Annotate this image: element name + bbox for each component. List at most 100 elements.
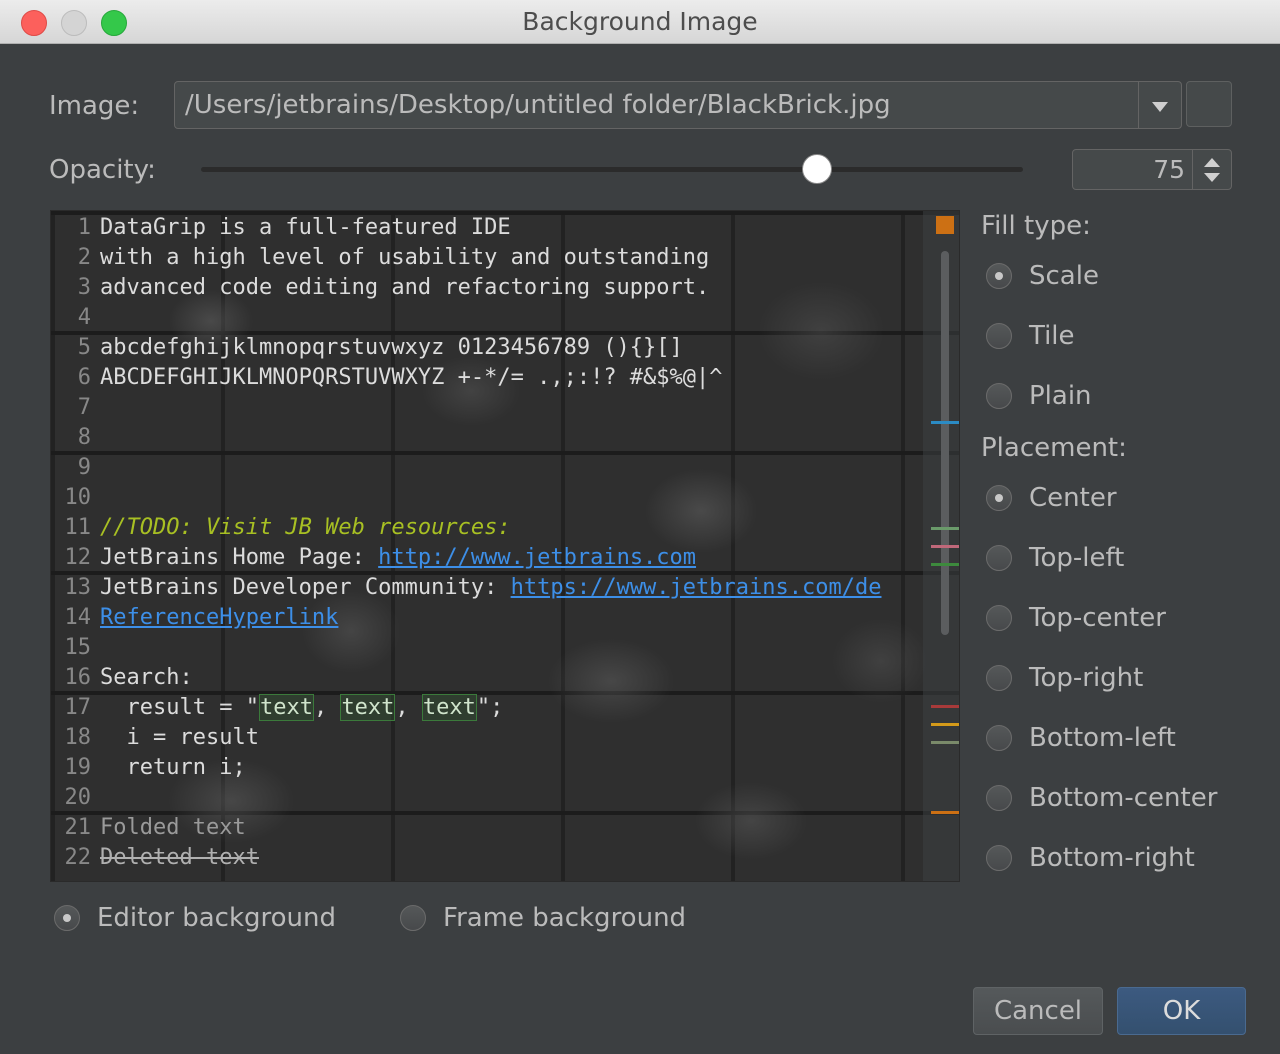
radio-top-right-label[interactable]: Top-right (1029, 663, 1143, 693)
decrement-icon[interactable] (1204, 173, 1220, 182)
hyperlink[interactable]: https://www.jetbrains.com/de (511, 575, 882, 600)
radio-bottom-right[interactable] (986, 845, 1012, 871)
radio-bottom-center-label[interactable]: Bottom-center (1029, 783, 1217, 813)
code-line: 11 //TODO: Visit JB Web resources: (51, 513, 511, 543)
code-line: 13 JetBrains Developer Community: https:/… (51, 573, 882, 603)
inspection-status-icon[interactable] (936, 216, 954, 234)
code-line: 14 ReferenceHyperlink (51, 603, 339, 633)
error-stripe-marker[interactable] (931, 705, 959, 708)
image-path-combobox[interactable]: /Users/jetbrains/Desktop/untitled folder… (174, 81, 1182, 129)
radio-center-label[interactable]: Center (1029, 483, 1117, 513)
radio-bottom-right-label[interactable]: Bottom-right (1029, 843, 1195, 873)
combo-divider (1138, 82, 1139, 128)
line-number: 11 (64, 515, 92, 540)
code-line: 17 result = "text, text, text"; (51, 693, 503, 723)
code-line: 4 (51, 303, 100, 333)
code-text: "; (476, 695, 504, 720)
radio-editor-background[interactable] (54, 905, 80, 931)
radio-top-center-label[interactable]: Top-center (1029, 603, 1166, 633)
code-line: 19 return i; (51, 753, 246, 783)
opacity-value: 75 (1153, 155, 1185, 184)
code-line: 5 abcdefghijklmnopqrstuvwxyz 0123456789 (… (51, 333, 683, 363)
code-text: JetBrains Home Page: (100, 545, 379, 570)
line-number: 16 (64, 665, 92, 690)
radio-center[interactable] (986, 485, 1012, 511)
radio-plain-label[interactable]: Plain (1029, 381, 1092, 411)
line-number: 2 (77, 245, 91, 270)
image-path-value: /Users/jetbrains/Desktop/untitled folder… (185, 90, 891, 120)
error-stripe-marker[interactable] (931, 741, 959, 744)
code-line: 7 (51, 393, 100, 423)
code-text: with a high level of usability and outst… (100, 245, 710, 270)
radio-scale[interactable] (986, 263, 1012, 289)
line-number: 1 (77, 215, 91, 240)
code-text: result = " (100, 695, 259, 720)
line-number: 6 (77, 365, 91, 390)
code-line: 8 (51, 423, 100, 453)
opacity-spinner[interactable]: 75 (1072, 149, 1232, 190)
hyperlink[interactable]: http://www.jetbrains.com (378, 545, 696, 570)
radio-top-right[interactable] (986, 665, 1012, 691)
vertical-scrollbar-thumb[interactable] (941, 251, 949, 635)
error-stripe-marker[interactable] (931, 421, 959, 424)
radio-plain[interactable] (986, 383, 1012, 409)
radio-frame-background-label[interactable]: Frame background (443, 903, 686, 933)
opacity-label: Opacity: (49, 155, 156, 185)
window-title: Background Image (522, 7, 758, 36)
code-line: 15 (51, 633, 100, 663)
code-text: , (313, 695, 341, 720)
code-line: 21 Folded text (51, 813, 246, 843)
error-stripe-marker[interactable] (931, 723, 959, 726)
radio-bottom-left[interactable] (986, 725, 1012, 751)
opacity-slider-track[interactable] (201, 167, 1023, 172)
spinner-divider (1192, 150, 1193, 189)
code-line: 18 i = result (51, 723, 259, 753)
radio-scale-label[interactable]: Scale (1029, 261, 1099, 291)
ok-button[interactable]: OK (1117, 987, 1246, 1035)
line-number: 9 (77, 455, 91, 480)
radio-top-left-label[interactable]: Top-left (1029, 543, 1124, 573)
line-number: 7 (77, 395, 91, 420)
radio-tile-label[interactable]: Tile (1029, 321, 1075, 351)
radio-bottom-center[interactable] (986, 785, 1012, 811)
radio-bottom-left-label[interactable]: Bottom-left (1029, 723, 1176, 753)
line-number: 15 (64, 635, 92, 660)
error-stripe-marker[interactable] (931, 527, 959, 530)
increment-icon[interactable] (1204, 158, 1220, 167)
browse-button[interactable] (1186, 81, 1232, 127)
fill-type-title: Fill type: (981, 211, 1091, 241)
code-line: 22 Deleted text (51, 843, 259, 873)
code-line: 1 DataGrip is a full-featured IDE (51, 213, 511, 243)
code-line: 9 (51, 453, 100, 483)
line-number: 8 (77, 425, 91, 450)
code-line: 12 JetBrains Home Page: http://www.jetbra… (51, 543, 697, 573)
search-highlight: text (421, 694, 477, 721)
line-number: 13 (64, 575, 92, 600)
line-number: 14 (64, 605, 92, 630)
line-number: 4 (77, 305, 91, 330)
cancel-button[interactable]: Cancel (973, 987, 1103, 1035)
line-number: 12 (64, 545, 92, 570)
deleted-text: Deleted text (100, 845, 259, 870)
hyperlink[interactable]: ReferenceHyperlink (100, 605, 338, 630)
title-bar: Background Image (0, 0, 1280, 44)
code-line: 3 advanced code editing and refactoring s… (51, 273, 710, 303)
radio-editor-background-label[interactable]: Editor background (97, 903, 336, 933)
error-stripe-marker[interactable] (931, 563, 959, 566)
search-highlight: text (258, 694, 314, 721)
placement-title: Placement: (981, 433, 1127, 463)
radio-top-left[interactable] (986, 545, 1012, 571)
radio-tile[interactable] (986, 323, 1012, 349)
code-text: advanced code editing and refactoring su… (100, 275, 710, 300)
error-stripe-marker[interactable] (931, 545, 959, 548)
line-number: 17 (64, 695, 92, 720)
line-number: 20 (64, 785, 92, 810)
image-label: Image: (49, 91, 140, 121)
chevron-down-icon[interactable] (1152, 102, 1168, 112)
radio-frame-background[interactable] (400, 905, 426, 931)
error-stripe-marker[interactable] (931, 811, 959, 814)
code-line: 10 (51, 483, 100, 513)
code-text: DataGrip is a full-featured IDE (100, 215, 511, 240)
opacity-slider-thumb[interactable] (802, 154, 832, 184)
radio-top-center[interactable] (986, 605, 1012, 631)
